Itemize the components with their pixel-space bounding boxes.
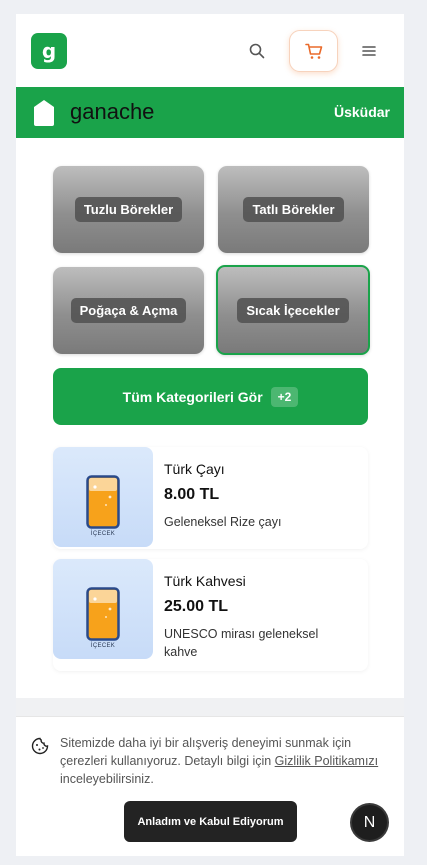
menu-button[interactable] bbox=[358, 40, 380, 62]
brand-logo[interactable]: g bbox=[31, 33, 67, 69]
product-thumbnail: İÇECEK bbox=[53, 559, 153, 659]
product-name: Türk Çayı bbox=[164, 461, 225, 477]
top-bar: g bbox=[16, 14, 404, 87]
more-count-badge: +2 bbox=[270, 386, 299, 407]
category-card-pogaca-acma[interactable]: Poğaça & Açma bbox=[53, 267, 204, 354]
cart-button[interactable] bbox=[289, 30, 338, 72]
cookie-message: Sitemizde daha iyi bir alışveriş deneyim… bbox=[60, 734, 390, 788]
product-price: 8.00 TL bbox=[164, 486, 220, 503]
store-bar: ganache Üsküdar bbox=[16, 87, 404, 138]
category-label: Tuzlu Börekler bbox=[74, 197, 183, 222]
search-icon bbox=[249, 43, 265, 59]
category-card-sicak-icecekler[interactable]: Sıcak İçecekler bbox=[216, 265, 370, 355]
cookie-icon bbox=[31, 737, 49, 755]
product-card[interactable]: İÇECEK Türk Kahvesi 25.00 TL UNESCO mira… bbox=[53, 559, 368, 671]
product-description: Geleneksel Rize çayı bbox=[164, 515, 282, 529]
thumbnail-caption: İÇECEK bbox=[90, 531, 116, 537]
floating-n-button[interactable]: N bbox=[352, 805, 387, 840]
store-icon bbox=[34, 100, 54, 126]
app-frame: g ganache Üsküdar Tuzlu Börekler Tatlı B… bbox=[16, 14, 404, 856]
store-name: ganache bbox=[70, 99, 155, 124]
category-label: Tatlı Börekler bbox=[243, 197, 344, 222]
all-categories-label: Tüm Kategorileri Gör bbox=[122, 388, 263, 405]
category-card-tuzlu-borekler[interactable]: Tuzlu Börekler bbox=[53, 166, 204, 253]
store-location[interactable]: Üsküdar bbox=[334, 104, 390, 120]
all-categories-button[interactable]: Tüm Kategorileri Gör +2 bbox=[53, 368, 368, 425]
thumbnail-caption: İÇECEK bbox=[90, 643, 116, 649]
category-label: Sıcak İçecekler bbox=[237, 297, 349, 323]
cookie-banner: Sitemizde daha iyi bir alışveriş deneyim… bbox=[16, 716, 404, 856]
category-label: Poğaça & Açma bbox=[70, 298, 187, 323]
cart-icon bbox=[304, 43, 322, 59]
search-button[interactable] bbox=[245, 39, 269, 63]
section-divider bbox=[16, 698, 404, 718]
product-price: 25.00 TL bbox=[164, 598, 229, 615]
drink-glass-icon bbox=[86, 587, 120, 641]
product-thumbnail: İÇECEK bbox=[53, 447, 153, 547]
product-name: Türk Kahvesi bbox=[164, 573, 246, 589]
menu-icon bbox=[362, 46, 376, 56]
accept-cookies-button[interactable]: Anladım ve Kabul Ediyorum bbox=[124, 801, 297, 842]
cookie-text-end: inceleyebilirsiniz. bbox=[60, 772, 154, 786]
product-card[interactable]: İÇECEK Türk Çayı 8.00 TL Geleneksel Rize… bbox=[53, 447, 368, 549]
privacy-policy-link[interactable]: Gizlilik Politikamızı bbox=[275, 754, 379, 768]
category-card-tatli-borekler[interactable]: Tatlı Börekler bbox=[218, 166, 369, 253]
drink-glass-icon bbox=[86, 475, 120, 529]
product-description: UNESCO mirası geleneksel kahve bbox=[164, 627, 319, 659]
